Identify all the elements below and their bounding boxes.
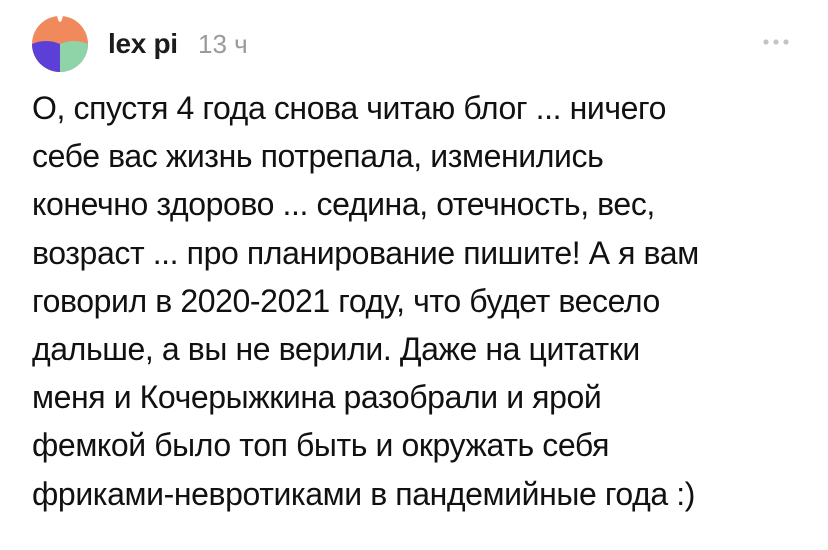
comment-line: себе вас жизнь потрепала, изменились [32, 138, 604, 175]
more-options-icon[interactable] [756, 30, 796, 54]
comment-line: фриками-невротиками в пандемийные года :… [32, 475, 696, 512]
comment-time: 13 ч [198, 29, 248, 59]
comment-line: меня и Кочерыжкина разобрали и ярой [32, 379, 602, 416]
comment-card: lex pi 13 ч О, спустя 4 года снова читаю… [0, 0, 828, 550]
avatar-graphic [32, 16, 88, 72]
comment-line: фемкой было топ быть и окружать себя [32, 427, 610, 464]
comment-text: О, спустя 4 года снова читаю блог ... ни… [32, 84, 812, 518]
comment-line: говорил в 2020-2021 году, что будет весе… [32, 282, 660, 319]
comment-line: конечно здорово ... седина, отечность, в… [32, 186, 655, 223]
more-dots-graphic [763, 39, 789, 45]
comment-line: дальше, а вы не верили. Даже на цитатки [32, 331, 640, 368]
comment-line: О, спустя 4 года снова читаю блог ... ни… [32, 90, 666, 126]
avatar-icon[interactable] [32, 16, 88, 72]
comment-line: возраст ... про планирование пишите! А я… [32, 234, 699, 271]
author-name[interactable]: lex pi [108, 28, 178, 60]
comment-header: lex pi 13 ч [32, 16, 796, 72]
